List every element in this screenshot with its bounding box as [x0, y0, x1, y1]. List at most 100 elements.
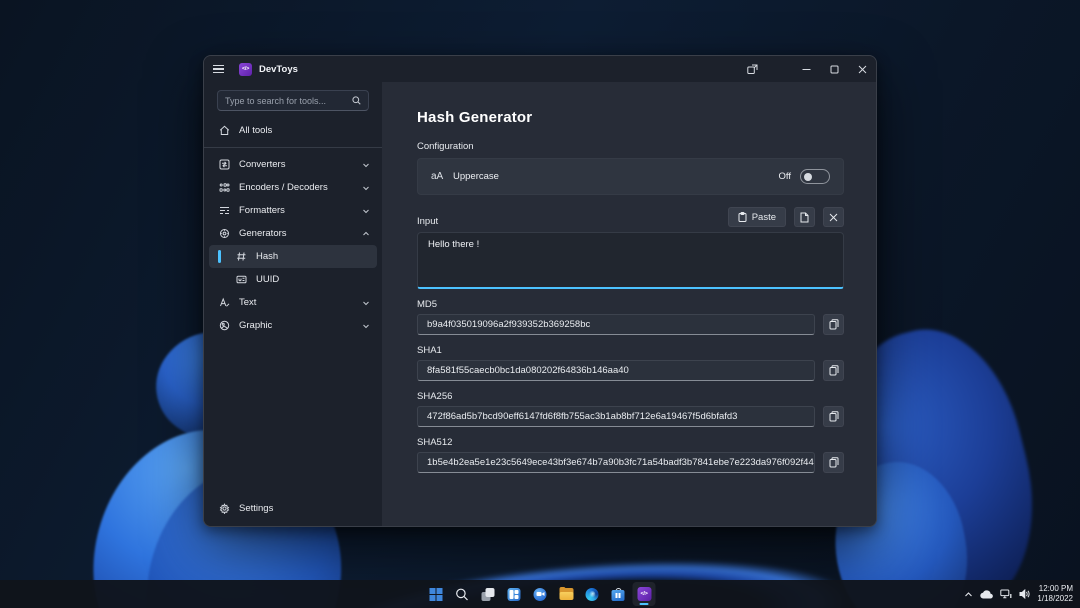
sidebar: All tools Converters	[204, 82, 382, 526]
titlebar: </> DevToys	[204, 56, 876, 82]
sha512-row: 1b5e4b2ea5e1e23c5649ece43bf3e674b7a90b3f…	[417, 452, 844, 473]
window-title: DevToys	[259, 64, 298, 75]
sidebar-item-graphic[interactable]: Graphic	[209, 314, 377, 337]
edge-button[interactable]	[581, 582, 604, 606]
sidebar-item-encoders-decoders[interactable]: Encoders / Decoders	[209, 176, 377, 199]
hash-icon	[235, 251, 247, 262]
copy-icon	[829, 365, 839, 376]
chat-icon	[534, 588, 547, 601]
search-icon	[456, 588, 469, 601]
window-controls	[738, 56, 876, 82]
sidebar-item-label: Formatters	[239, 205, 285, 216]
volume-icon[interactable]	[1019, 589, 1030, 599]
encoders-decoders-icon	[218, 182, 230, 193]
sidebar-item-formatters[interactable]: Formatters	[209, 199, 377, 222]
tool-search-box[interactable]	[217, 90, 369, 111]
load-file-button[interactable]	[794, 207, 815, 227]
sidebar-item-all-tools[interactable]: All tools	[209, 119, 377, 142]
sidebar-item-label: Converters	[239, 159, 285, 170]
clipboard-icon	[738, 212, 747, 222]
file-explorer-button[interactable]	[555, 582, 578, 606]
taskbar-clock[interactable]: 12:00 PM 1/18/2022	[1037, 584, 1073, 605]
md5-row: b9a4f035019096a2f939352b369258bc	[417, 314, 844, 335]
network-icon[interactable]	[1000, 589, 1012, 599]
sidebar-item-label: Hash	[256, 251, 278, 262]
sidebar-item-label: Graphic	[239, 320, 272, 331]
system-tray: 12:00 PM 1/18/2022	[964, 580, 1073, 608]
devtoys-logo-icon: </>	[239, 63, 252, 76]
close-button[interactable]	[848, 56, 876, 82]
search-input[interactable]	[225, 96, 352, 106]
file-explorer-icon	[559, 588, 573, 600]
paste-button-label: Paste	[752, 212, 776, 223]
taskbar-search-button[interactable]	[451, 582, 474, 606]
sidebar-nav: All tools Converters	[204, 119, 382, 526]
microsoft-store-icon	[612, 588, 625, 601]
formatters-icon	[218, 205, 230, 216]
sidebar-item-converters[interactable]: Converters	[209, 153, 377, 176]
generators-icon	[218, 228, 230, 239]
clock-time: 12:00 PM	[1037, 584, 1073, 594]
widgets-button[interactable]	[503, 582, 526, 606]
sidebar-item-label: Encoders / Decoders	[239, 182, 328, 193]
chevron-down-icon	[362, 161, 370, 169]
chat-button[interactable]	[529, 582, 552, 606]
devtoys-icon: </>	[637, 587, 651, 601]
uppercase-icon: aA	[431, 171, 453, 182]
configuration-section-label: Configuration	[417, 141, 844, 152]
uppercase-toggle[interactable]	[800, 169, 830, 184]
clear-input-button[interactable]	[823, 207, 844, 227]
sidebar-item-settings[interactable]: Settings	[209, 497, 377, 520]
chevron-down-icon	[362, 184, 370, 192]
md5-label: MD5	[417, 299, 844, 310]
sha256-output-field[interactable]: 472f86ad5b7bcd90eff6147fd6f8fb755ac3b1ab…	[417, 406, 815, 427]
sha1-label: SHA1	[417, 345, 844, 356]
sha512-output-field[interactable]: 1b5e4b2ea5e1e23c5649ece43bf3e674b7a90b3f…	[417, 452, 815, 473]
desktop: </> DevToys	[0, 0, 1080, 608]
sha1-output-field[interactable]: 8fa581f55caecb0bc1da080202f64836b146aa40	[417, 360, 815, 381]
copy-icon	[829, 319, 839, 330]
copy-sha1-button[interactable]	[823, 360, 844, 381]
sha512-label: SHA512	[417, 437, 844, 448]
microsoft-store-button[interactable]	[607, 582, 630, 606]
sidebar-item-hash[interactable]: Hash	[209, 245, 377, 268]
devtoys-taskbar-button[interactable]: </>	[633, 582, 656, 606]
sidebar-item-label: Settings	[239, 503, 273, 514]
task-view-button[interactable]	[477, 582, 500, 606]
minimize-button[interactable]	[792, 56, 820, 82]
sidebar-item-label: UUID	[256, 274, 279, 285]
hash-input-textarea[interactable]: Hello there !	[417, 232, 844, 289]
windows-logo-icon	[430, 588, 443, 601]
main-content: Hash Generator Configuration aA Uppercas…	[382, 82, 876, 526]
compact-overlay-icon[interactable]	[738, 56, 766, 82]
md5-output-field[interactable]: b9a4f035019096a2f939352b369258bc	[417, 314, 815, 335]
tray-chevron-up-icon[interactable]	[964, 590, 973, 599]
copy-sha512-button[interactable]	[823, 452, 844, 473]
onedrive-cloud-icon[interactable]	[980, 590, 993, 599]
hamburger-menu-icon[interactable]	[213, 59, 237, 79]
maximize-button[interactable]	[820, 56, 848, 82]
task-view-icon	[482, 588, 495, 601]
start-button[interactable]	[425, 582, 448, 606]
copy-md5-button[interactable]	[823, 314, 844, 335]
taskbar-icons: </>	[425, 580, 656, 608]
sidebar-item-text[interactable]: Text	[209, 291, 377, 314]
sha1-row: 8fa581f55caecb0bc1da080202f64836b146aa40	[417, 360, 844, 381]
home-icon	[218, 125, 230, 136]
sidebar-item-uuid[interactable]: UUID	[209, 268, 377, 291]
widgets-icon	[508, 588, 521, 601]
paste-button[interactable]: Paste	[728, 207, 786, 227]
page-title: Hash Generator	[417, 109, 844, 126]
sidebar-item-label: Generators	[239, 228, 287, 239]
graphic-icon	[218, 320, 230, 331]
uuid-icon	[235, 274, 247, 285]
sidebar-item-label: All tools	[239, 125, 272, 136]
close-icon	[829, 213, 838, 222]
gear-icon	[218, 503, 230, 514]
edge-icon	[586, 588, 599, 601]
sidebar-item-generators[interactable]: Generators	[209, 222, 377, 245]
uppercase-label: Uppercase	[453, 171, 499, 182]
chevron-up-icon	[362, 230, 370, 238]
clock-date: 1/18/2022	[1037, 594, 1073, 604]
copy-sha256-button[interactable]	[823, 406, 844, 427]
